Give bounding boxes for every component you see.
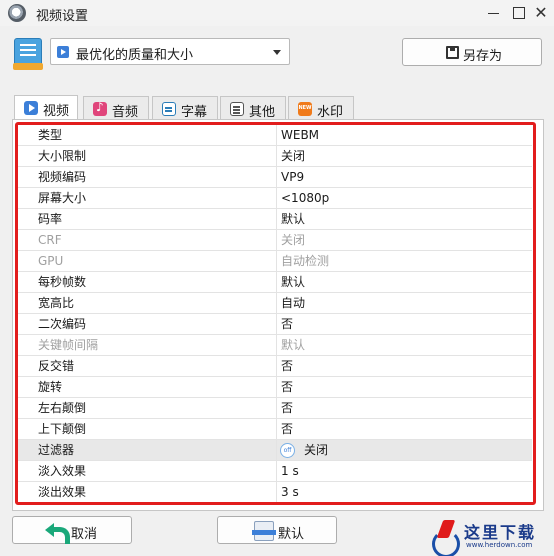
save-as-label: 另存为	[463, 49, 503, 64]
default-settings-icon	[252, 521, 276, 541]
chevron-down-icon	[273, 50, 281, 55]
preset-list-icon[interactable]	[13, 38, 43, 70]
video-file-icon	[57, 46, 69, 58]
maximize-button[interactable]	[507, 2, 529, 24]
sliders-icon	[230, 102, 244, 116]
window-title: 视频设置	[36, 9, 89, 24]
minimize-button[interactable]	[482, 2, 504, 24]
tab-subtitle[interactable]: 字幕	[152, 96, 218, 120]
tab-audio[interactable]: 音频	[83, 96, 149, 120]
app-icon	[8, 4, 26, 22]
default-button[interactable]: 默认	[217, 516, 337, 544]
preset-value: 最优化的质量和大小	[76, 48, 194, 63]
cancel-label: 取消	[71, 527, 98, 542]
video-icon	[24, 101, 38, 115]
title-bar: 视频设置 ✕	[0, 0, 554, 26]
close-icon: ✕	[534, 3, 548, 22]
close-button[interactable]: ✕	[530, 2, 552, 24]
tab-label: 字幕	[181, 105, 208, 120]
save-as-button[interactable]: 另存为	[402, 38, 542, 66]
watermark-name: 这里下载	[464, 523, 537, 542]
cancel-button[interactable]: 取消	[12, 516, 132, 544]
undo-arrow-icon	[45, 521, 70, 544]
save-icon	[446, 46, 459, 59]
tab-label: 音频	[112, 105, 139, 120]
tab-label: 视频	[43, 104, 70, 119]
new-badge-icon	[298, 102, 312, 116]
tab-watermark[interactable]: 水印	[288, 96, 354, 120]
tab-label: 水印	[317, 105, 344, 120]
site-logo-icon	[428, 520, 460, 556]
tab-other[interactable]: 其他	[220, 96, 286, 120]
tab-label: 其他	[249, 105, 276, 120]
preset-dropdown[interactable]: 最优化的质量和大小	[50, 38, 290, 65]
site-watermark: 这里下载 www.herdown.com	[426, 516, 554, 556]
highlight-frame	[15, 122, 536, 505]
music-icon	[93, 100, 107, 116]
default-label: 默认	[278, 527, 305, 542]
watermark-url: www.herdown.com	[466, 541, 533, 549]
subtitle-icon	[162, 102, 176, 116]
tab-video[interactable]: 视频	[14, 95, 78, 121]
